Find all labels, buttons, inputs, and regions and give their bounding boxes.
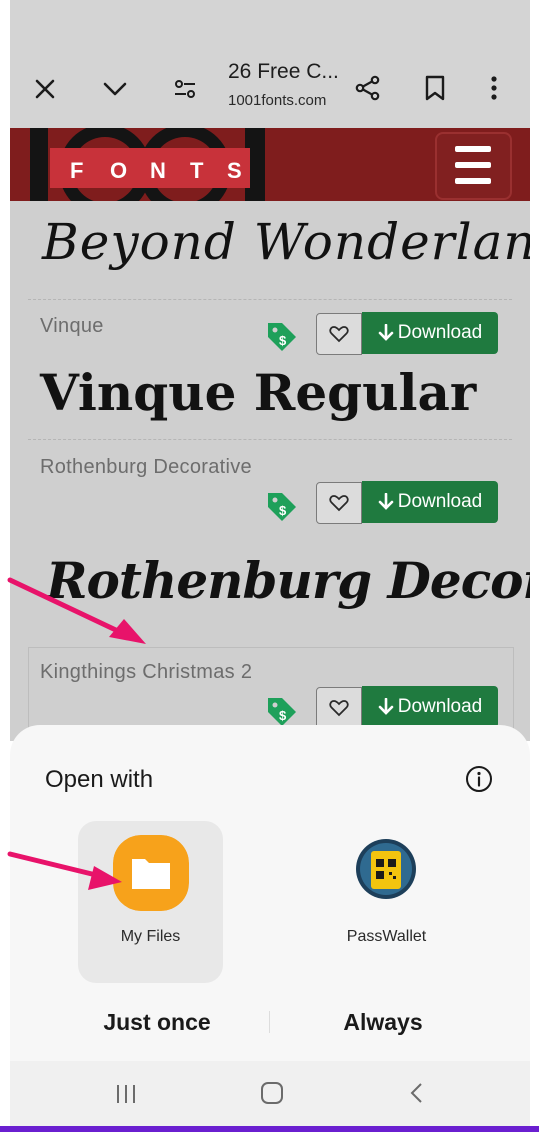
free-tag-icon: $ bbox=[268, 323, 296, 351]
font-sample-text[interactable]: Rothenburg Decor bbox=[46, 551, 530, 610]
screenshot-edge bbox=[530, 0, 539, 1132]
screenshot-border bbox=[0, 1126, 539, 1132]
chevron-down-icon[interactable] bbox=[98, 72, 132, 106]
font-list: Beyond Wonderlanc Vinque $ Download Vinq… bbox=[10, 201, 530, 741]
svg-text:$: $ bbox=[279, 708, 287, 723]
download-label: Download bbox=[397, 322, 483, 343]
divider bbox=[28, 299, 512, 300]
favorite-heart-button[interactable] bbox=[316, 687, 362, 729]
download-arrow-icon bbox=[378, 698, 394, 715]
svg-text:$: $ bbox=[279, 333, 287, 348]
just-once-button[interactable]: Just once bbox=[57, 1009, 257, 1036]
app-label: My Files bbox=[120, 928, 181, 945]
open-with-sheet: Open with My Files PassWallet Just once … bbox=[10, 725, 530, 1126]
close-icon[interactable] bbox=[28, 72, 62, 106]
font-name[interactable]: Rothenburg Decorative bbox=[40, 456, 252, 479]
logo-letter: F bbox=[70, 158, 83, 183]
download-label: Download bbox=[397, 696, 483, 717]
more-options-icon[interactable] bbox=[482, 70, 506, 106]
logo-letter: O bbox=[110, 158, 127, 183]
recent-apps-icon[interactable] bbox=[114, 1083, 138, 1105]
app-label[interactable]: PassWallet bbox=[314, 928, 459, 946]
logo-letter: T bbox=[190, 158, 204, 183]
sheet-title: Open with bbox=[45, 766, 154, 793]
svg-text:$: $ bbox=[279, 503, 287, 518]
share-icon[interactable] bbox=[350, 70, 386, 106]
font-name[interactable]: Vinque bbox=[40, 315, 104, 338]
site-logo[interactable]: F O N T S bbox=[30, 128, 270, 201]
download-label: Download bbox=[397, 491, 483, 512]
download-arrow-icon bbox=[378, 493, 394, 510]
download-button[interactable]: Download bbox=[362, 312, 498, 354]
site-settings-icon[interactable] bbox=[168, 72, 202, 106]
download-arrow-icon bbox=[378, 324, 394, 341]
always-button[interactable]: Always bbox=[283, 1009, 483, 1036]
bookmark-icon[interactable] bbox=[418, 70, 452, 106]
logo-letter: S bbox=[227, 158, 242, 183]
free-tag-icon: $ bbox=[268, 493, 296, 521]
browser-toolbar: 26 Free C... 1001fonts.com bbox=[10, 0, 530, 128]
favorite-heart-button[interactable] bbox=[316, 482, 362, 524]
download-button[interactable]: Download bbox=[362, 481, 498, 523]
system-nav-bar bbox=[10, 1061, 530, 1126]
info-icon[interactable] bbox=[465, 765, 493, 793]
back-icon[interactable] bbox=[408, 1081, 426, 1105]
site-header: F O N T S bbox=[10, 128, 530, 201]
passwallet-icon[interactable] bbox=[354, 837, 418, 901]
divider bbox=[28, 439, 512, 440]
phone-screen: 26 Free C... 1001fonts.com F O N T S Bey… bbox=[0, 0, 530, 1128]
hamburger-menu-icon[interactable] bbox=[435, 132, 512, 200]
divider bbox=[269, 1011, 270, 1033]
font-sample-text[interactable]: Beyond Wonderlanc bbox=[42, 213, 530, 271]
page-url[interactable]: 1001fonts.com bbox=[228, 92, 326, 109]
page-title[interactable]: 26 Free C... bbox=[228, 60, 339, 84]
logo-letter: N bbox=[150, 158, 166, 183]
folder-icon bbox=[113, 835, 189, 911]
home-icon[interactable] bbox=[260, 1081, 284, 1105]
font-sample-text[interactable]: Vinque Regular bbox=[40, 363, 476, 422]
favorite-heart-button[interactable] bbox=[316, 313, 362, 355]
download-button[interactable]: Download bbox=[362, 686, 498, 728]
font-name[interactable]: Kingthings Christmas 2 bbox=[40, 661, 252, 684]
